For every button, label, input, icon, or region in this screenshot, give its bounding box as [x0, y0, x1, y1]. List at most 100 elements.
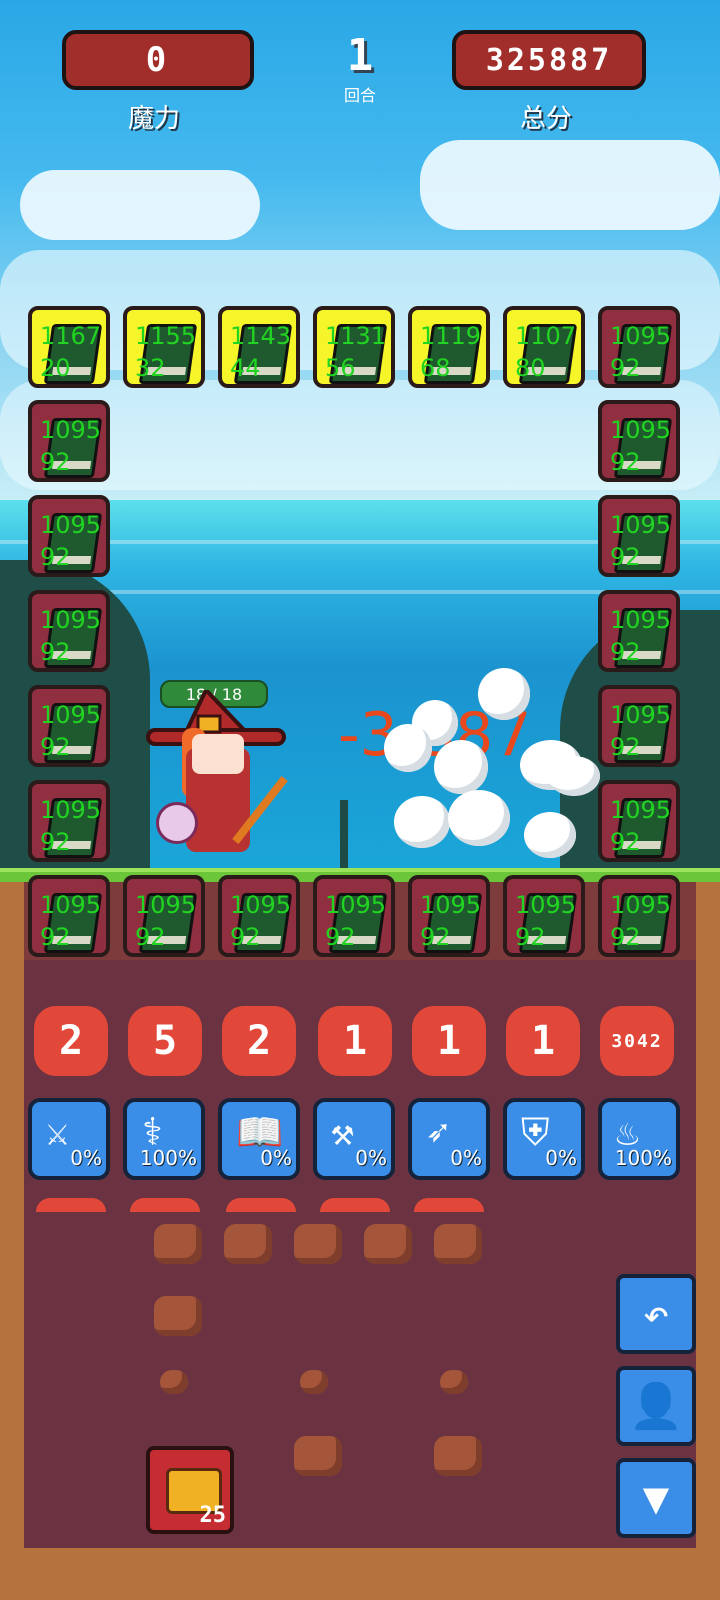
profile-button[interactable]: 👤	[616, 1366, 696, 1446]
rock	[154, 1224, 202, 1264]
count-badge: 1	[318, 1006, 392, 1076]
skill-percent: 0%	[355, 1146, 387, 1170]
spellbook-tile[interactable]: 1095 92	[598, 495, 680, 577]
tile-value-top: 1095	[610, 606, 672, 634]
spellbook-tile[interactable]: 1095 92	[313, 875, 395, 957]
smoke-puff	[478, 668, 530, 720]
tile-value-bottom: 92	[610, 923, 641, 951]
tile-value-top: 1095	[40, 606, 102, 634]
tile-value-top: 1095	[230, 891, 292, 919]
tile-value-top: 1095	[420, 891, 482, 919]
bow-icon: ➶	[426, 1110, 449, 1154]
tile-value-bottom: 92	[610, 638, 641, 666]
skill-button[interactable]: ⛨ 0%	[503, 1098, 585, 1180]
spellbook-tile[interactable]: 1095 92	[598, 400, 680, 482]
tile-value-top: 1095	[610, 322, 672, 350]
spellbook-tile[interactable]: 1131 56	[313, 306, 395, 388]
skill-button[interactable]: ⚕ 100%	[123, 1098, 205, 1180]
tile-value-bottom: 56	[325, 354, 356, 382]
skill-percent: 0%	[260, 1146, 292, 1170]
skill-percent: 100%	[139, 1146, 197, 1170]
rock	[440, 1370, 468, 1394]
tile-value-bottom: 44	[230, 354, 261, 382]
tile-value-bottom: 92	[40, 543, 71, 571]
skill-percent: 0%	[450, 1146, 482, 1170]
tile-value-bottom: 92	[230, 923, 261, 951]
slot-cap	[226, 1198, 296, 1212]
spellbook-tile[interactable]: 1095 92	[408, 875, 490, 957]
rock	[294, 1224, 342, 1264]
smoke-puff	[384, 724, 432, 772]
tile-value-bottom: 92	[40, 828, 71, 856]
spellbook-tile[interactable]: 1095 92	[28, 590, 110, 672]
score-display: 325887	[452, 30, 646, 90]
down-arrow-icon: ▼	[642, 1472, 670, 1524]
mana-display: 0	[62, 30, 254, 90]
count-badge: 1	[412, 1006, 486, 1076]
spellbook-tile[interactable]: 1095 92	[598, 306, 680, 388]
tile-value-top: 1095	[610, 701, 672, 729]
hero-face	[192, 734, 244, 774]
tile-value-bottom: 92	[40, 923, 71, 951]
spellbook-tile[interactable]: 1095 92	[28, 780, 110, 862]
count-badge: 5	[128, 1006, 202, 1076]
cloud	[20, 170, 260, 240]
tile-value-bottom: 92	[610, 354, 641, 382]
tile-value-bottom: 92	[610, 733, 641, 761]
tile-value-top: 1131	[325, 322, 387, 350]
tile-value-top: 1095	[325, 891, 387, 919]
skill-button[interactable]: ➶ 0%	[408, 1098, 490, 1180]
rock	[364, 1224, 412, 1264]
skill-button[interactable]: ⚒ 0%	[313, 1098, 395, 1180]
dirt-wall-left	[0, 882, 24, 1600]
tile-value-top: 1143	[230, 322, 292, 350]
treasure-chest-button[interactable]: 25	[146, 1446, 234, 1534]
spellbook-tile[interactable]: 1119 68	[408, 306, 490, 388]
spellbook-tile[interactable]: 1095 92	[598, 590, 680, 672]
tile-value-bottom: 92	[325, 923, 356, 951]
spellbook-tile[interactable]: 1095 92	[598, 780, 680, 862]
sword-icon: ⚔	[46, 1110, 69, 1154]
slot-cap	[414, 1198, 484, 1212]
slot-cap	[36, 1198, 106, 1212]
skill-button[interactable]: ⚔ 0%	[28, 1098, 110, 1180]
spellbook-tile[interactable]: 1095 92	[598, 875, 680, 957]
profile-icon: 👤	[628, 1381, 684, 1432]
spellbook-tile[interactable]: 1095 92	[28, 495, 110, 577]
score-value: 325887	[485, 42, 613, 78]
chest-count: 25	[199, 1503, 227, 1528]
tile-value-top: 1155	[135, 322, 197, 350]
palm-tree	[340, 800, 348, 870]
tile-value-bottom: 92	[610, 543, 641, 571]
skill-percent: 0%	[545, 1146, 577, 1170]
tile-value-bottom: 92	[515, 923, 546, 951]
magic-orb-icon	[156, 802, 198, 844]
spellbook-tile[interactable]: 1155 32	[123, 306, 205, 388]
smoke-puff	[394, 796, 450, 848]
skill-button[interactable]: ♨ 100%	[598, 1098, 680, 1180]
collapse-button[interactable]: ▼	[616, 1458, 696, 1538]
tile-value-bottom: 92	[610, 448, 641, 476]
tile-value-top: 1095	[135, 891, 197, 919]
spellbook-tile[interactable]: 1095 92	[28, 875, 110, 957]
spellbook-tile[interactable]: 1095 92	[218, 875, 300, 957]
spellbook-tile[interactable]: 1107 80	[503, 306, 585, 388]
tile-value-top: 1167	[40, 322, 102, 350]
rock	[160, 1370, 188, 1394]
count-badge: 1	[506, 1006, 580, 1076]
spellbook-tile[interactable]: 1095 92	[28, 685, 110, 767]
tile-value-top: 1095	[610, 511, 672, 539]
mana-value: 0	[145, 40, 171, 80]
spellbook-tile[interactable]: 1167 20	[28, 306, 110, 388]
tile-value-bottom: 92	[135, 923, 166, 951]
smoke-puff	[448, 790, 510, 846]
tile-value-bottom: 68	[420, 354, 451, 382]
spellbook-tile[interactable]: 1095 92	[598, 685, 680, 767]
spellbook-tile[interactable]: 1095 92	[28, 400, 110, 482]
count-badge: 2	[222, 1006, 296, 1076]
undo-button[interactable]: ↶	[616, 1274, 696, 1354]
spellbook-tile[interactable]: 1095 92	[123, 875, 205, 957]
spellbook-tile[interactable]: 1143 44	[218, 306, 300, 388]
skill-button[interactable]: 📖 0%	[218, 1098, 300, 1180]
spellbook-tile[interactable]: 1095 92	[503, 875, 585, 957]
